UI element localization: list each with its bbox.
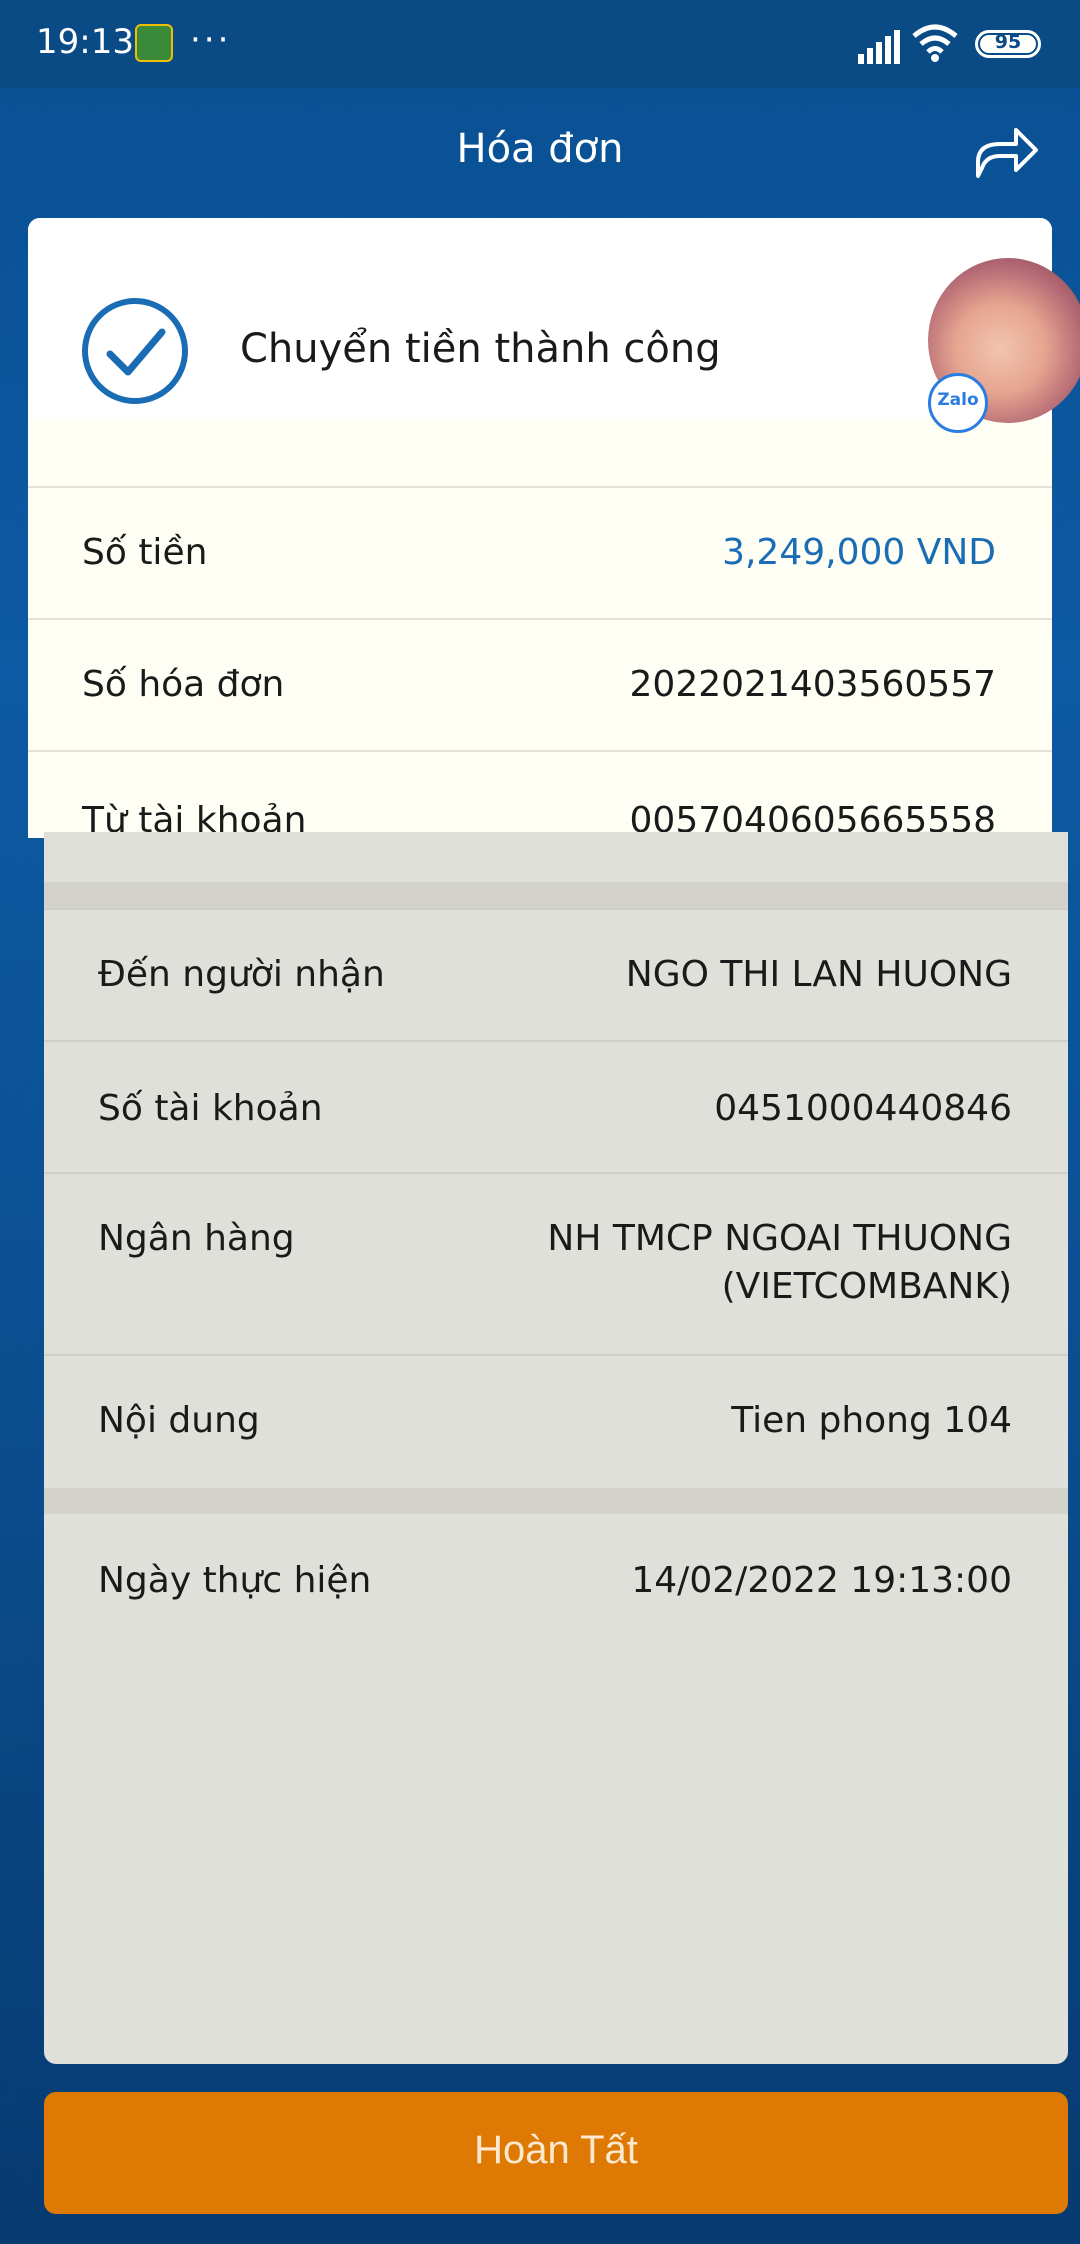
date-label: Ngày thực hiện (98, 1560, 372, 1601)
battery-level: 95 (994, 31, 1022, 53)
app-header: Hóa đơn (0, 88, 1080, 218)
from-account-row: Từ tài khoản 0057040605665558 (28, 750, 1052, 838)
account-number-value: 0451000440846 (714, 1088, 1012, 1129)
account-number-row: Số tài khoản 0451000440846 (44, 1040, 1068, 1174)
bank-value-line1: NH TMCP NGOAI THUONG (547, 1218, 1012, 1259)
zalo-icon: Zalo (928, 373, 988, 433)
invoice-label: Số hóa đơn (82, 664, 285, 705)
content-value: Tien phong 104 (731, 1400, 1012, 1441)
share-forward-icon[interactable] (970, 116, 1042, 188)
check-circle-icon (82, 298, 188, 404)
divider-band (44, 1488, 1068, 1514)
bank-value-line2: (VIETCOMBANK) (721, 1266, 1012, 1307)
recipient-row: Đến người nhận NGO THI LAN HUONG (44, 908, 1068, 1042)
date-row: Ngày thực hiện 14/02/2022 19:13:00 (44, 1514, 1068, 1644)
date-value: 14/02/2022 19:13:00 (631, 1560, 1012, 1601)
chat-head-avatar[interactable]: Zalo (928, 258, 1080, 433)
page-title: Hóa đơn (456, 126, 624, 172)
status-time: 19:13 (36, 22, 134, 62)
receipt-card-top: Chuyển tiền thành công Số tiền 3,249,000… (28, 218, 1052, 838)
app-notification-icon (135, 24, 173, 62)
bank-label: Ngân hàng (98, 1218, 295, 1259)
signal-icon (858, 30, 900, 64)
divider-band (44, 882, 1068, 908)
success-header: Chuyển tiền thành công (28, 218, 1052, 418)
amount-label: Số tiền (82, 532, 208, 573)
invoice-value: 2022021403560557 (629, 664, 996, 705)
done-button[interactable]: Hoàn Tất (44, 2092, 1068, 2214)
battery-icon: 95 (975, 30, 1041, 58)
more-notifications-icon: ··· (190, 20, 232, 60)
content-label: Nội dung (98, 1400, 260, 1441)
recipient-value: NGO THI LAN HUONG (625, 954, 1012, 995)
wifi-icon (912, 24, 958, 62)
zalo-badge-label: Zalo (937, 390, 979, 410)
success-message: Chuyển tiền thành công (240, 326, 721, 372)
amount-value: 3,249,000 VND (722, 532, 996, 573)
status-bar: 19:13 ··· 95 (0, 0, 1080, 88)
account-number-label: Số tài khoản (98, 1088, 323, 1129)
done-button-label: Hoàn Tất (474, 2128, 638, 2172)
invoice-row: Số hóa đơn 2022021403560557 (28, 618, 1052, 752)
content-row: Nội dung Tien phong 104 (44, 1354, 1068, 1488)
recipient-label: Đến người nhận (98, 954, 385, 995)
bank-row: Ngân hàng NH TMCP NGOAI THUONG (VIETCOMB… (44, 1172, 1068, 1356)
receipt-card-bottom: Đến người nhận NGO THI LAN HUONG Số tài … (44, 832, 1068, 2064)
amount-row: Số tiền 3,249,000 VND (28, 486, 1052, 620)
